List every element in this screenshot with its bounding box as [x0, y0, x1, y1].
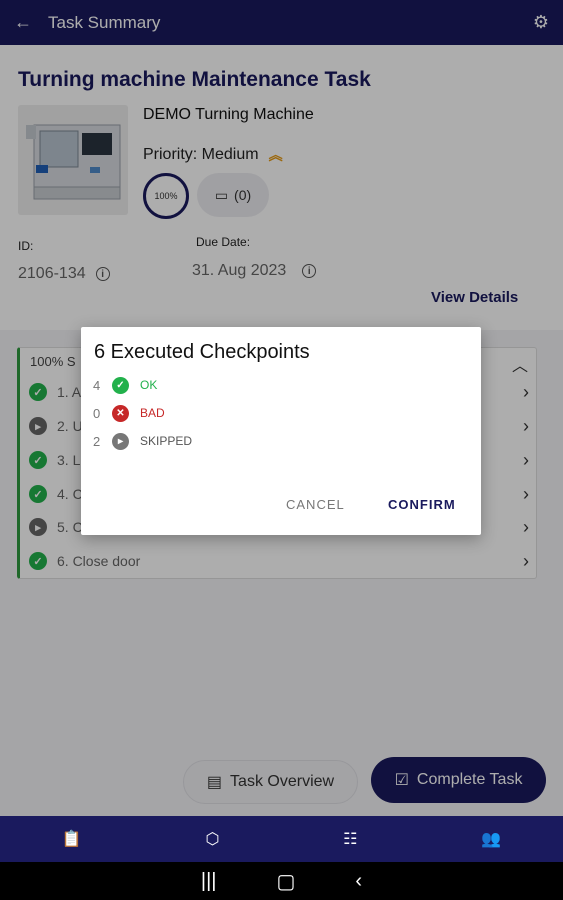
x-circle-icon: ✕ [112, 404, 129, 422]
dialog-title: 6 Executed Checkpoints [94, 341, 310, 363]
cube-icon[interactable]: ⬡ [205, 829, 219, 849]
bad-row: 0 ✕ BAD [93, 403, 165, 423]
skipped-label: SKIPPED [140, 434, 193, 448]
users-icon[interactable]: 👥 [481, 829, 501, 849]
clipboard-icon[interactable]: 📋 [62, 829, 82, 849]
bad-label: BAD [140, 406, 165, 420]
skip-circle-icon: ▸ [112, 432, 129, 450]
ok-count: 4 [93, 377, 101, 393]
system-nav-bar: ||| ▢ ‹ [0, 862, 563, 900]
recent-apps-icon[interactable]: ||| [201, 870, 217, 893]
bad-count: 0 [93, 405, 101, 421]
ok-row: 4 ✓ OK [93, 375, 157, 395]
ok-label: OK [140, 378, 158, 392]
executed-checkpoints-dialog: 6 Executed Checkpoints 4 ✓ OK 0 ✕ BAD 2 … [81, 327, 481, 535]
skipped-row: 2 ▸ SKIPPED [93, 431, 192, 451]
home-icon[interactable]: ▢ [277, 869, 296, 894]
bottom-nav: 📋 ⬡ ☷ 👥 [0, 816, 563, 862]
confirm-button[interactable]: CONFIRM [388, 497, 456, 512]
cancel-button[interactable]: CANCEL [286, 497, 345, 512]
back-icon[interactable]: ‹ [355, 870, 362, 893]
sliders-icon[interactable]: ☷ [343, 829, 357, 849]
check-circle-icon: ✓ [112, 376, 129, 394]
skipped-count: 2 [93, 433, 101, 449]
